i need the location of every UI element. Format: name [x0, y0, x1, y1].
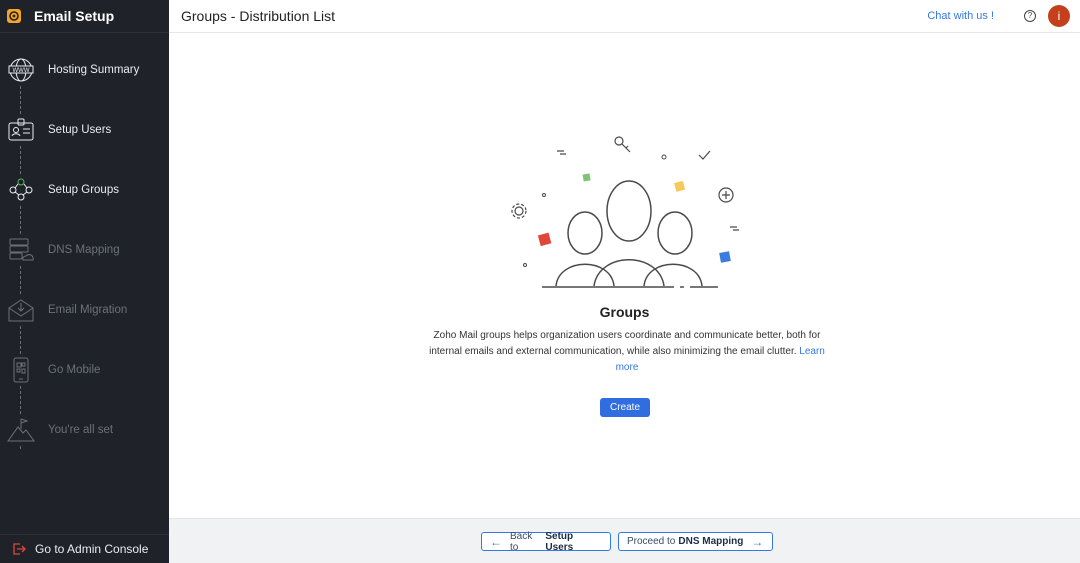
group-network-icon [6, 175, 36, 205]
go-to-admin-console-link[interactable]: Go to Admin Console [0, 534, 169, 563]
sign-out-icon [13, 543, 26, 555]
groups-illustration-icon [511, 136, 739, 288]
step-all-set[interactable]: You're all set [0, 410, 169, 450]
chat-with-us-link[interactable]: Chat with us ! [927, 10, 994, 22]
back-prefix: Back to [510, 530, 533, 553]
arrow-left-icon: ← [490, 534, 502, 549]
www-globe-icon: WWW [6, 55, 36, 85]
step-label: DNS Mapping [48, 244, 120, 256]
step-label: Go Mobile [48, 364, 101, 376]
envelope-download-icon [6, 295, 36, 325]
back-to-setup-users-button[interactable]: ← Back to Setup Users [481, 530, 611, 553]
step-dns-mapping[interactable]: DNS Mapping [0, 230, 169, 270]
step-label: Email Migration [48, 304, 128, 316]
main-content: Groups Zoho Mail groups helps organizati… [169, 33, 1080, 519]
page-title: Groups - Distribution List [181, 8, 336, 24]
step-label: Setup Users [48, 124, 112, 136]
admin-console-label: Go to Admin Console [35, 542, 149, 556]
arrow-right-icon: → [751, 534, 764, 549]
sidebar-brand: Email Setup [0, 0, 169, 33]
create-button[interactable]: Create [600, 398, 650, 417]
step-hosting-summary[interactable]: WWW Hosting Summary [0, 50, 169, 90]
description-text: Zoho Mail groups helps organization user… [429, 330, 821, 357]
server-cloud-icon [6, 235, 36, 265]
next-target: DNS Mapping [678, 536, 744, 547]
mobile-qr-icon [6, 355, 36, 385]
header: Groups - Distribution List Chat with us … [169, 0, 1080, 33]
step-setup-groups[interactable]: Setup Groups [0, 170, 169, 210]
help-icon[interactable]: ? [1024, 10, 1036, 22]
step-setup-users[interactable]: Setup Users [0, 110, 169, 150]
step-label: You're all set [48, 424, 114, 436]
proceed-to-dns-mapping-button[interactable]: Proceed to DNS Mapping → [618, 532, 773, 551]
email-setup-logo-icon [7, 9, 21, 23]
groups-heading: Groups [599, 304, 650, 320]
mountain-flag-icon [6, 415, 36, 445]
svg-text:WWW: WWW [13, 68, 30, 74]
next-prefix: Proceed to [627, 536, 676, 547]
back-target: Setup Users [545, 530, 574, 553]
groups-description: Zoho Mail groups helps organization user… [427, 328, 827, 376]
step-label: Setup Groups [48, 184, 119, 196]
header-actions: Chat with us ! ? i [927, 5, 1080, 27]
step-email-migration[interactable]: Email Migration [0, 290, 169, 330]
sidebar-title: Email Setup [34, 8, 115, 24]
step-label: Hosting Summary [48, 64, 140, 76]
footer: ← Back to Setup Users Proceed to DNS Map… [169, 518, 1080, 563]
id-card-icon [6, 115, 36, 145]
sidebar: Email Setup WWW Hosting Summary Setup Us… [0, 0, 169, 563]
avatar[interactable]: i [1048, 5, 1070, 27]
step-go-mobile[interactable]: Go Mobile [0, 350, 169, 390]
